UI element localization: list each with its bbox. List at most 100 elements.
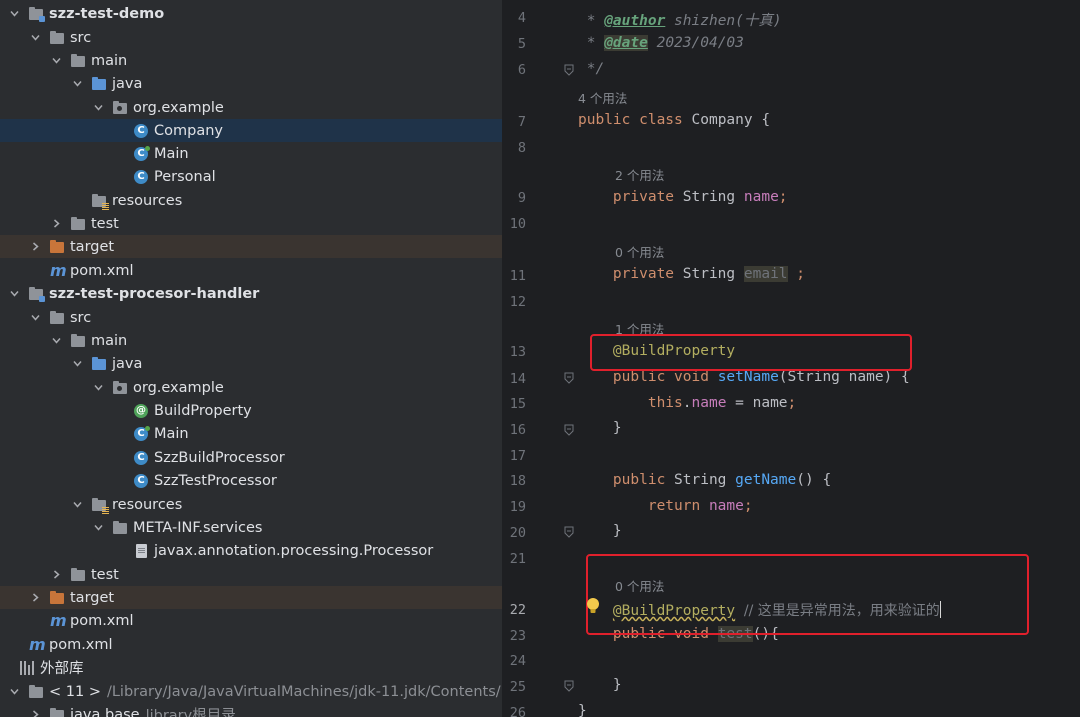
tree-java-base[interactable]: java.base library根目录 xyxy=(0,703,502,717)
code-line-5: * @date 2023/04/03 xyxy=(586,35,744,51)
tree-external-libraries[interactable]: 外部库 xyxy=(0,656,502,679)
usages-hint-name[interactable]: 2 个用法 xyxy=(615,165,664,184)
tree-folder-src[interactable]: src xyxy=(0,26,502,49)
fold-marker-icon[interactable] xyxy=(564,526,574,538)
tree-class-szztestprocessor[interactable]: C SzzTestProcessor xyxy=(0,469,502,492)
highlight-box-valid-usage xyxy=(590,334,912,371)
chevron-right-icon[interactable] xyxy=(51,569,62,580)
tree-jdk[interactable]: < 11 > /Library/Java/JavaVirtualMachines/… xyxy=(0,680,502,703)
fold-marker-icon[interactable] xyxy=(564,424,574,436)
tree-folder-test[interactable]: test xyxy=(0,563,502,586)
code-line-15: this.name = name; xyxy=(647,395,797,411)
fold-marker-icon[interactable] xyxy=(564,64,574,76)
tree-package[interactable]: org.example xyxy=(0,96,502,119)
line-number: 15 xyxy=(509,396,526,412)
line-number: 10 xyxy=(509,216,526,232)
line-number: 6 xyxy=(517,62,526,78)
chevron-down-icon[interactable] xyxy=(9,288,20,299)
class-icon: C xyxy=(134,473,148,488)
chevron-down-icon[interactable] xyxy=(93,382,104,393)
tree-item-label: SzzTestProcessor xyxy=(154,472,277,489)
maven-icon: m xyxy=(29,634,46,654)
tree-class-buildproperty[interactable]: @ BuildProperty xyxy=(0,399,502,422)
tree-file-processor[interactable]: javax.annotation.processing.Processor xyxy=(0,539,502,562)
resources-folder-icon xyxy=(92,498,109,514)
tree-class-main[interactable]: C Main xyxy=(0,142,502,165)
chevron-down-icon[interactable] xyxy=(72,499,83,510)
tree-folder-target[interactable]: target xyxy=(0,586,502,609)
folder-icon xyxy=(50,31,64,44)
main-class-icon: C xyxy=(134,425,150,441)
module-folder-icon xyxy=(29,7,45,22)
usages-hint-email[interactable]: 0 个用法 xyxy=(615,242,664,261)
chevron-down-icon[interactable] xyxy=(30,32,41,43)
tree-folder-java[interactable]: java xyxy=(0,72,502,95)
tree-item-label: target xyxy=(70,589,115,606)
tree-file-pom[interactable]: m pom.xml xyxy=(0,259,502,282)
tree-item-label: Personal xyxy=(154,168,216,185)
library-icon xyxy=(20,660,34,675)
fold-marker-icon[interactable] xyxy=(564,372,574,384)
tree-folder-main[interactable]: main xyxy=(0,49,502,72)
code-line-18: public String getName() { xyxy=(612,472,832,488)
code-line-9: private String name; xyxy=(612,189,788,205)
tree-folder-src[interactable]: src xyxy=(0,306,502,329)
code-line-6: */ xyxy=(586,61,605,77)
chevron-down-icon[interactable] xyxy=(30,312,41,323)
chevron-down-icon[interactable] xyxy=(72,78,83,89)
line-number: 17 xyxy=(509,448,526,464)
tree-file-root-pom[interactable]: m pom.xml xyxy=(0,633,502,656)
line-number: 18 xyxy=(509,473,526,489)
editor-gutter: 4 5 6 7 8 9 10 11 12 13 14 15 16 17 18 19 20 21 22 23 24 25 26 xyxy=(502,0,574,717)
tree-module-1[interactable]: szz-test-procesor-handler xyxy=(0,282,502,305)
tree-class-main[interactable]: C Main xyxy=(0,422,502,445)
tree-item-label: pom.xml xyxy=(70,612,134,629)
tree-item-label: META-INF.services xyxy=(133,519,263,536)
line-number: 4 xyxy=(517,10,526,26)
chevron-down-icon[interactable] xyxy=(93,522,104,533)
source-folder-icon xyxy=(92,357,106,370)
project-tree-panel: szz-test-demo src main java org.example C Comp… xyxy=(0,0,502,717)
tree-folder-main[interactable]: main xyxy=(0,329,502,352)
code-line-11: private String email ; xyxy=(612,266,805,282)
maven-icon: m xyxy=(50,260,67,280)
lightbulb-icon[interactable] xyxy=(586,597,600,615)
tree-file-pom[interactable]: m pom.xml xyxy=(0,609,502,632)
line-number: 21 xyxy=(509,551,526,567)
tree-folder-resources[interactable]: resources xyxy=(0,493,502,516)
source-folder-icon xyxy=(92,77,106,90)
chevron-right-icon[interactable] xyxy=(30,592,41,603)
tree-folder-target[interactable]: target xyxy=(0,235,502,258)
line-number: 14 xyxy=(509,371,526,387)
tree-item-label: org.example xyxy=(133,99,224,116)
tree-folder-meta-inf[interactable]: META-INF.services xyxy=(0,516,502,539)
tree-item-label: Company xyxy=(154,122,223,139)
chevron-right-icon[interactable] xyxy=(30,709,41,717)
chevron-down-icon[interactable] xyxy=(72,358,83,369)
tree-item-label: pom.xml xyxy=(49,636,113,653)
fold-marker-icon[interactable] xyxy=(564,680,574,692)
tree-item-label: main xyxy=(91,332,128,349)
chevron-down-icon[interactable] xyxy=(51,55,62,66)
code-editor[interactable]: 4 5 6 7 8 9 10 11 12 13 14 15 16 17 18 19 20 21 22 23 24 25 26… xyxy=(502,0,1080,717)
tree-class-personal[interactable]: C Personal xyxy=(0,165,502,188)
tree-class-szzbuildprocessor[interactable]: C SzzBuildProcessor xyxy=(0,446,502,469)
usages-hint-class[interactable]: 4 个用法 xyxy=(578,88,627,107)
code-line-19: return name; xyxy=(647,498,753,514)
chevron-down-icon[interactable] xyxy=(51,335,62,346)
tree-class-company[interactable]: C Company xyxy=(0,119,502,142)
chevron-down-icon[interactable] xyxy=(93,102,104,113)
tree-item-label: src xyxy=(70,29,92,46)
tree-folder-test[interactable]: test xyxy=(0,212,502,235)
chevron-down-icon[interactable] xyxy=(9,8,20,19)
tree-package[interactable]: org.example xyxy=(0,376,502,399)
chevron-down-icon[interactable] xyxy=(9,686,20,697)
jdk-path: /Library/Java/JavaVirtualMachines/jdk-11… xyxy=(106,683,502,700)
tree-item-label: javax.annotation.processing.Processor xyxy=(154,542,434,559)
tree-folder-java[interactable]: java xyxy=(0,352,502,375)
chevron-right-icon[interactable] xyxy=(30,241,41,252)
tree-folder-resources[interactable]: resources xyxy=(0,189,502,212)
resources-folder-icon xyxy=(92,194,109,210)
tree-module-0[interactable]: szz-test-demo xyxy=(0,2,502,25)
chevron-right-icon[interactable] xyxy=(51,218,62,229)
